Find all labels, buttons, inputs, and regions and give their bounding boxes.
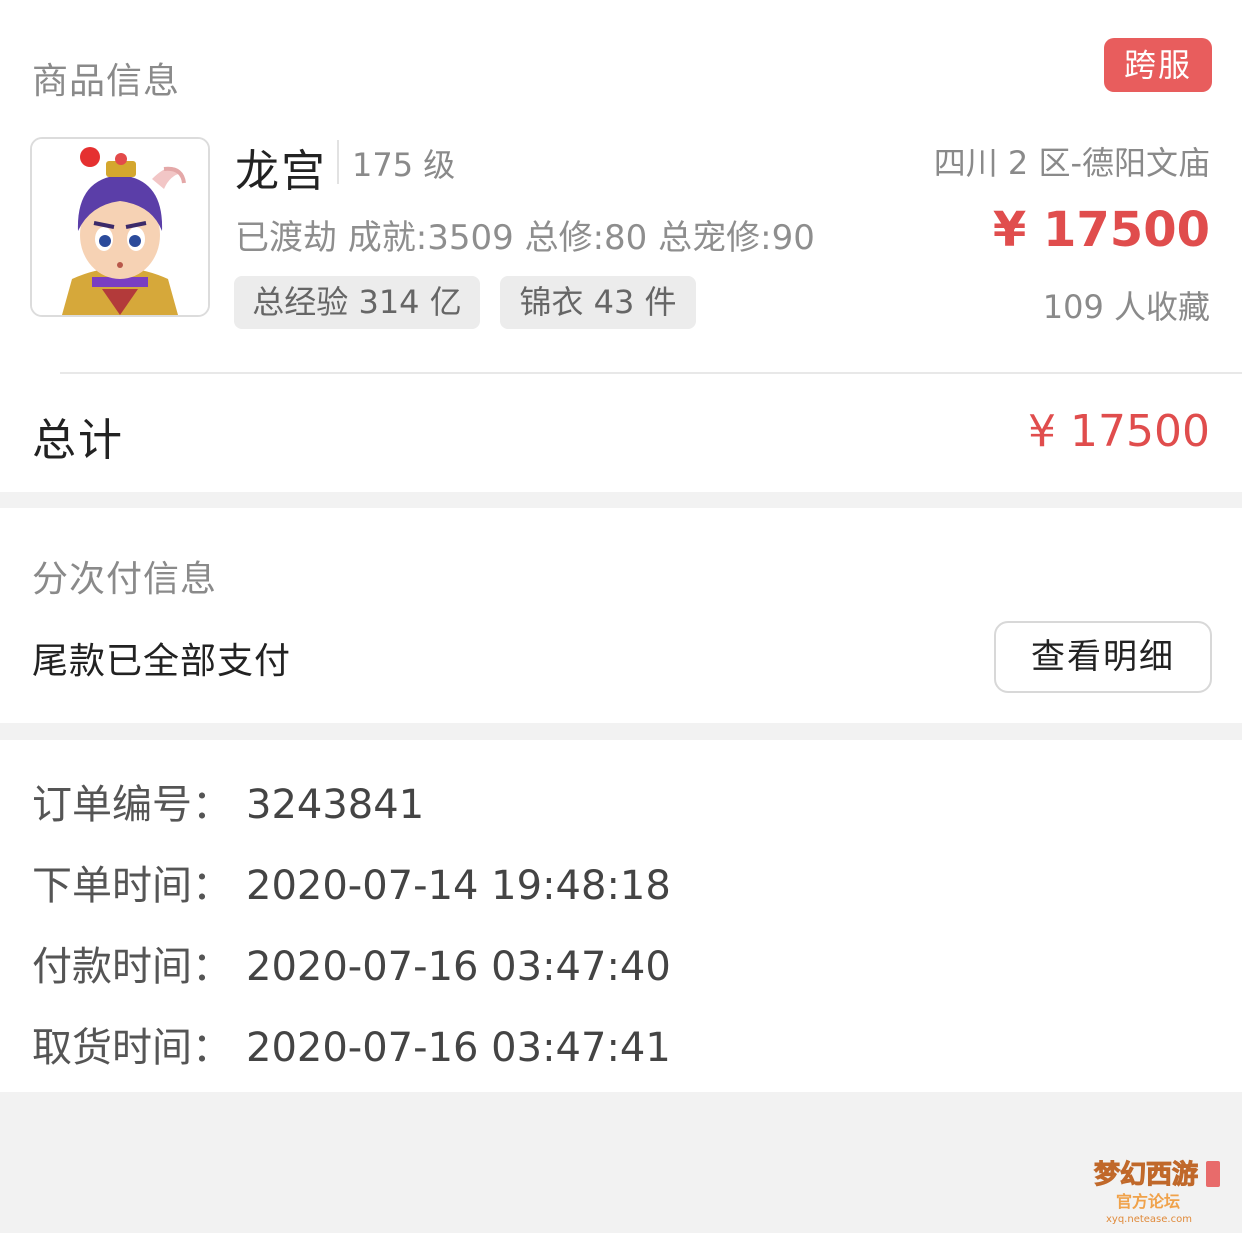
total-label: 总计 <box>32 415 124 466</box>
cross-server-badge: 跨服 <box>1104 38 1212 92</box>
role-stats: 已渡劫 成就:3509 总修:80 总宠修:90 <box>235 218 815 258</box>
favorites-count: 109 人收藏 <box>1042 288 1210 326</box>
order-row-value: 2020-07-16 03:47:41 <box>246 1025 671 1071</box>
order-row-pickup-time: 取货时间： 2020-07-16 03:47:41 <box>32 1015 671 1073</box>
order-row-number: 订单编号： 3243841 <box>32 772 424 830</box>
order-row-label: 订单编号： <box>32 782 232 828</box>
installment-status: 尾款已全部支付 <box>32 641 292 682</box>
svg-text:梦幻西游: 梦幻西游 <box>1094 1160 1198 1190</box>
order-row-value: 2020-07-16 03:47:40 <box>246 944 671 990</box>
server-name: 四川 2 区-德阳文庙 <box>933 144 1210 182</box>
order-info-section: 订单编号： 3243841 下单时间： 2020-07-14 19:48:18 付款… <box>0 740 1242 1092</box>
tag-total-experience: 总经验 314 亿 <box>234 276 480 329</box>
order-row-label: 付款时间： <box>32 944 232 990</box>
installment-section: 分次付信息 尾款已全部支付 查看明细 <box>0 508 1242 723</box>
svg-text:xyq.netease.com: xyq.netease.com <box>1106 1214 1192 1225</box>
forum-watermark: 梦幻西游 官方论坛 xyq.netease.com <box>1090 1147 1230 1227</box>
installment-section-title: 分次付信息 <box>32 559 218 600</box>
goods-price: ¥ 17500 <box>992 202 1210 258</box>
order-row-value: 2020-07-14 19:48:18 <box>246 863 671 909</box>
total-value: ¥ 17500 <box>1028 406 1210 457</box>
svg-text:官方论坛: 官方论坛 <box>1116 1192 1180 1211</box>
divider <box>60 372 1242 374</box>
name-level-divider <box>337 140 339 184</box>
view-details-button[interactable]: 查看明细 <box>994 621 1212 693</box>
role-name: 龙宫 <box>235 146 327 197</box>
role-level: 175 级 <box>352 146 456 184</box>
goods-section-title: 商品信息 <box>32 61 181 102</box>
order-row-paid-time: 付款时间： 2020-07-16 03:47:40 <box>32 934 671 992</box>
character-avatar[interactable] <box>30 137 210 317</box>
order-row-value: 3243841 <box>246 782 425 828</box>
game-forum-logo-icon: 梦幻西游 官方论坛 xyq.netease.com <box>1094 1160 1220 1225</box>
character-portrait-icon <box>32 139 208 315</box>
tag-outfits: 锦衣 43 件 <box>500 276 696 329</box>
order-row-label: 下单时间： <box>32 863 232 909</box>
order-row-label: 取货时间： <box>32 1025 232 1071</box>
order-row-created-time: 下单时间： 2020-07-14 19:48:18 <box>32 853 671 911</box>
goods-info-section: 商品信息 跨服 龙宫 175 级 已渡劫 成就:3509 总修:80 总宠修:9… <box>0 0 1242 492</box>
